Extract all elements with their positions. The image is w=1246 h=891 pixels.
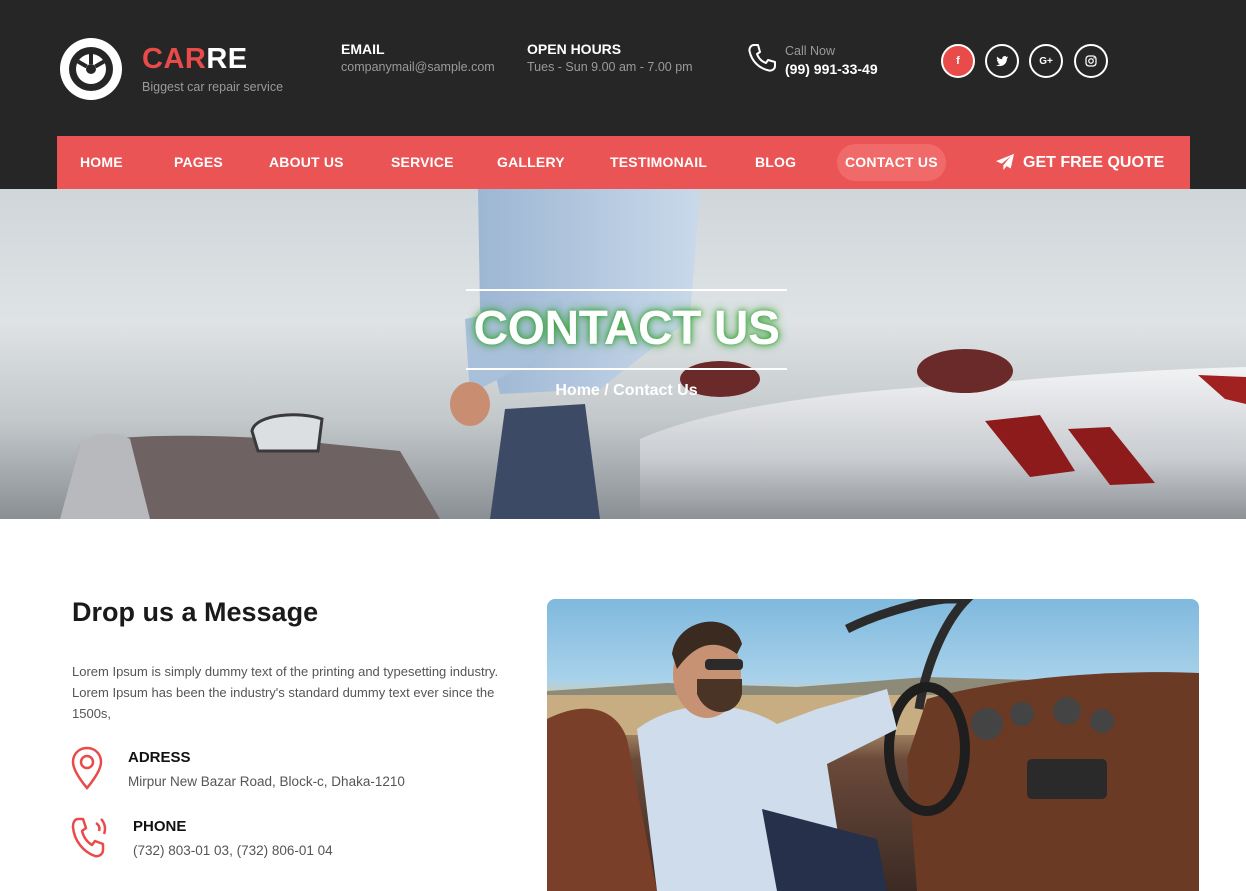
contact-intro-text: Lorem Ipsum is simply dummy text of the … — [72, 664, 499, 721]
phone-title: PHONE — [133, 818, 187, 835]
paper-plane-icon — [996, 153, 1014, 171]
instagram-icon[interactable] — [1074, 44, 1108, 78]
banner-line-bottom — [466, 368, 787, 370]
hours-value: Tues - Sun 9.00 am - 7.00 pm — [527, 60, 693, 74]
wheel-icon — [69, 47, 113, 91]
nav-testimonail[interactable]: TESTIMONAIL — [610, 136, 707, 189]
brand-part-1: CAR — [142, 43, 207, 75]
page-title: CONTACT US — [473, 302, 780, 355]
page-banner: CONTACT US Home / Contact Us — [0, 189, 1246, 519]
nav-blog[interactable]: BLOG — [755, 136, 796, 189]
facebook-icon[interactable]: f — [941, 44, 975, 78]
address-title: ADRESS — [128, 749, 191, 766]
nav-gallery[interactable]: GALLERY — [497, 136, 565, 189]
nav-home[interactable]: HOME — [80, 136, 123, 189]
drop-message-heading: Drop us a Message — [72, 597, 319, 627]
nav-service[interactable]: SERVICE — [391, 136, 454, 189]
email-title: EMAIL — [341, 41, 385, 57]
breadcrumb[interactable]: Home / Contact Us — [466, 382, 787, 400]
nav-about-us[interactable]: ABOUT US — [269, 136, 344, 189]
get-free-quote-label: GET FREE QUOTE — [1023, 154, 1165, 171]
banner-line-top — [466, 289, 787, 291]
phone-ring-icon — [71, 817, 107, 858]
phone-value: (732) 803-01 03, (732) 806-01 04 — [133, 843, 333, 858]
phone-icon — [748, 44, 776, 72]
google-plus-icon[interactable]: G+ — [1029, 44, 1063, 78]
email-value[interactable]: companymail@sample.com — [341, 60, 495, 74]
call-now-label: Call Now — [785, 44, 836, 58]
main-nav: HOME PAGES ABOUT US SERVICE GALLERY TEST… — [57, 136, 1190, 189]
man-driving-image — [547, 599, 1199, 891]
address-value: Mirpur New Bazar Road, Block-c, Dhaka-12… — [128, 774, 405, 789]
brand-tagline: Biggest car repair service — [142, 80, 284, 94]
nav-contact-us[interactable]: CONTACT US — [837, 144, 946, 181]
twitter-icon[interactable] — [985, 44, 1019, 78]
brand-part-2: RE — [206, 43, 248, 75]
map-pin-icon — [71, 746, 103, 790]
logo[interactable] — [60, 38, 122, 100]
nav-pages[interactable]: PAGES — [174, 136, 223, 189]
hours-title: OPEN HOURS — [527, 41, 622, 57]
brand-name[interactable]: CARRE — [142, 42, 248, 76]
header-phone[interactable]: (99) 991-33-49 — [785, 61, 878, 77]
contact-photo — [547, 599, 1199, 891]
